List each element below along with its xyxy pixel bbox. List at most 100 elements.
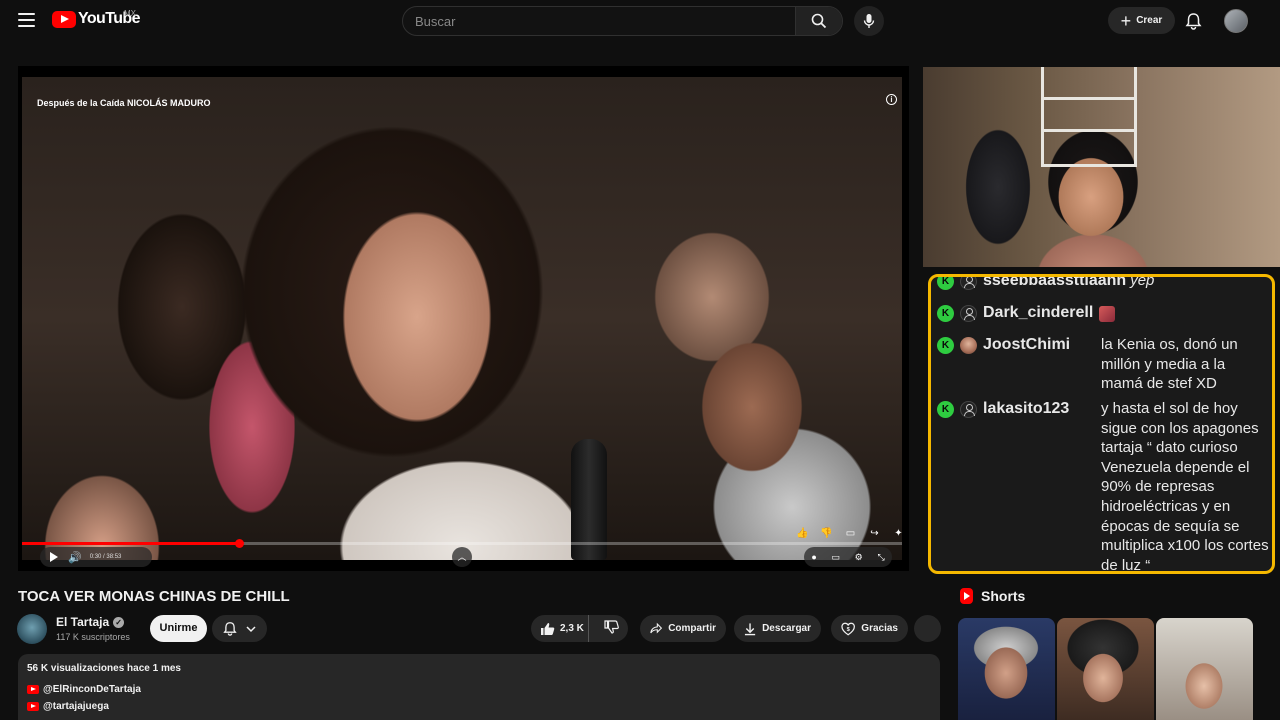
- shorts-icon: [960, 588, 973, 604]
- youtube-mini-icon: [27, 702, 39, 711]
- chat-username: JoostChimi: [983, 336, 1071, 353]
- more-actions-button[interactable]: [914, 615, 941, 642]
- volume-icon[interactable]: 🔊: [68, 551, 82, 564]
- plus-icon: +: [1120, 10, 1132, 31]
- create-label: Crear: [1136, 15, 1163, 26]
- description-link[interactable]: @tartajajuega: [27, 701, 109, 712]
- top-bar: YouTube MX + Crear: [0, 0, 1280, 42]
- thumbs-down-icon[interactable]: 👎: [819, 527, 834, 540]
- chat-badge: K: [937, 401, 954, 418]
- account-avatar[interactable]: [1224, 9, 1248, 33]
- player-settings-controls: ● ▭ ⚙ ⤡: [804, 547, 892, 567]
- view-count-date: 56 K visualizaciones hace 1 mes: [27, 663, 181, 674]
- overlay-actions: 👍 👎 ▭ ↪ ✦: [795, 527, 902, 540]
- chat-username: Dark_cinderell: [983, 304, 1094, 321]
- join-button[interactable]: Unirme: [150, 615, 207, 642]
- chat-badge: K: [937, 305, 954, 322]
- search-box: [402, 6, 843, 36]
- background-shelf: [1041, 67, 1137, 167]
- chat-message: K JoostChimi la Kenia os, donó un millón…: [937, 335, 1271, 394]
- chat-badge: K: [937, 277, 954, 290]
- channel-avatar[interactable]: [17, 614, 47, 644]
- sparkle-icon[interactable]: ✦: [891, 527, 902, 540]
- comment-icon[interactable]: ▭: [843, 527, 858, 540]
- chat-message: K sseebbaassttiaann yep: [937, 274, 1155, 291]
- subscriber-count: 117 K suscriptores: [56, 632, 130, 642]
- download-label: Descargar: [762, 623, 811, 634]
- thumbs-up-icon[interactable]: 👍: [795, 527, 810, 540]
- short-thumbnail[interactable]: [958, 618, 1055, 720]
- chevron-up-icon[interactable]: ︿: [452, 547, 472, 567]
- shorts-title: Shorts: [981, 588, 1026, 604]
- chat-text: y hasta el sol de hoy sigue con los apag…: [1101, 400, 1269, 574]
- notifications-button[interactable]: [1185, 12, 1202, 35]
- channel-name-row[interactable]: El Tartaja ✓: [56, 615, 125, 629]
- chat-emote-icon: [1099, 306, 1116, 322]
- info-icon[interactable]: i: [886, 94, 897, 105]
- share-button[interactable]: Compartir: [640, 615, 726, 642]
- video-overlay-title[interactable]: Después de la Caída NICOLÁS MADURO: [37, 98, 211, 108]
- playback-controls: 🔊 0:30 / 38:53: [40, 547, 152, 567]
- description-box[interactable]: 56 K visualizaciones hace 1 mes @ElRinco…: [18, 654, 940, 720]
- search-icon: [811, 13, 827, 29]
- share-icon: [650, 622, 663, 634]
- voice-search-button[interactable]: [854, 6, 884, 36]
- thanks-button[interactable]: $ Gracias: [831, 615, 908, 642]
- chat-badge: K: [937, 337, 954, 354]
- fullscreen-icon[interactable]: ⤡: [877, 552, 884, 563]
- video-player[interactable]: Después de la Caída NICOLÁS MADURO i 👍 👎…: [18, 66, 909, 571]
- progress-bar[interactable]: [22, 539, 902, 548]
- download-icon: [744, 622, 756, 635]
- subtitles-icon[interactable]: ▭: [831, 552, 840, 563]
- thanks-label: Gracias: [861, 623, 898, 634]
- short-thumbnail[interactable]: [1156, 618, 1253, 720]
- channel-link-text[interactable]: @tartajajuega: [43, 701, 109, 712]
- short-thumbnail[interactable]: [1057, 618, 1154, 720]
- chat-message: K Dark_cinderell: [937, 303, 1116, 323]
- time-display: 0:30 / 38:53: [89, 554, 122, 560]
- menu-icon[interactable]: [18, 13, 35, 27]
- chat-username: sseebbaassttiaann: [983, 274, 1127, 289]
- stream-chat-overlay: K sseebbaassttiaann yep K Dark_cinderell…: [928, 274, 1275, 574]
- search-button[interactable]: [795, 7, 842, 35]
- like-dislike-group: 2,3 K: [531, 615, 628, 642]
- chat-text: yep: [1130, 274, 1155, 289]
- chat-username: lakasito123: [983, 400, 1070, 417]
- autoplay-icon[interactable]: ●: [811, 552, 816, 562]
- heart-dollar-icon: $: [841, 622, 855, 635]
- dislike-button[interactable]: [595, 620, 628, 637]
- region-code: MX: [124, 9, 136, 18]
- channel-name[interactable]: El Tartaja: [56, 615, 109, 629]
- download-button[interactable]: Descargar: [734, 615, 821, 642]
- microphone-icon: [863, 14, 875, 28]
- thumbs-down-icon: [604, 620, 620, 634]
- svg-text:$: $: [847, 626, 851, 632]
- chevron-down-icon: [246, 625, 256, 632]
- channel-link-text[interactable]: @ElRinconDeTartaja: [43, 684, 141, 695]
- search-input[interactable]: [403, 7, 797, 35]
- chat-text: la Kenia os, donó un millón y media a la…: [1101, 336, 1238, 393]
- share-icon[interactable]: ↪: [867, 527, 882, 540]
- user-avatar: [960, 337, 977, 354]
- thumbs-up-icon: [541, 622, 555, 635]
- settings-gear-icon[interactable]: ⚙: [855, 552, 863, 563]
- video-title: TOCA VER MONAS CHINAS DE CHILL: [18, 588, 290, 605]
- description-link[interactable]: @ElRinconDeTartaja: [27, 684, 141, 695]
- video-frame[interactable]: Después de la Caída NICOLÁS MADURO i 👍 👎…: [22, 77, 902, 560]
- bell-icon: [1185, 13, 1202, 30]
- youtube-mini-icon: [27, 685, 39, 694]
- like-count: 2,3 K: [560, 623, 584, 634]
- progress-fill: [22, 542, 240, 545]
- share-label: Compartir: [668, 623, 716, 634]
- bell-icon: [223, 622, 237, 636]
- chat-message: K lakasito123 y hasta el sol de hoy sigu…: [937, 399, 1271, 574]
- youtube-logo-icon: [52, 10, 76, 28]
- create-button[interactable]: + Crear: [1108, 7, 1175, 34]
- verified-check-icon: ✓: [113, 616, 125, 628]
- shorts-heading: Shorts: [960, 588, 1025, 604]
- like-button[interactable]: 2,3 K: [531, 615, 590, 642]
- subscription-bell-button[interactable]: [212, 615, 267, 642]
- user-icon: [960, 401, 977, 418]
- play-icon[interactable]: [50, 552, 58, 562]
- streamer-webcam: [923, 67, 1280, 267]
